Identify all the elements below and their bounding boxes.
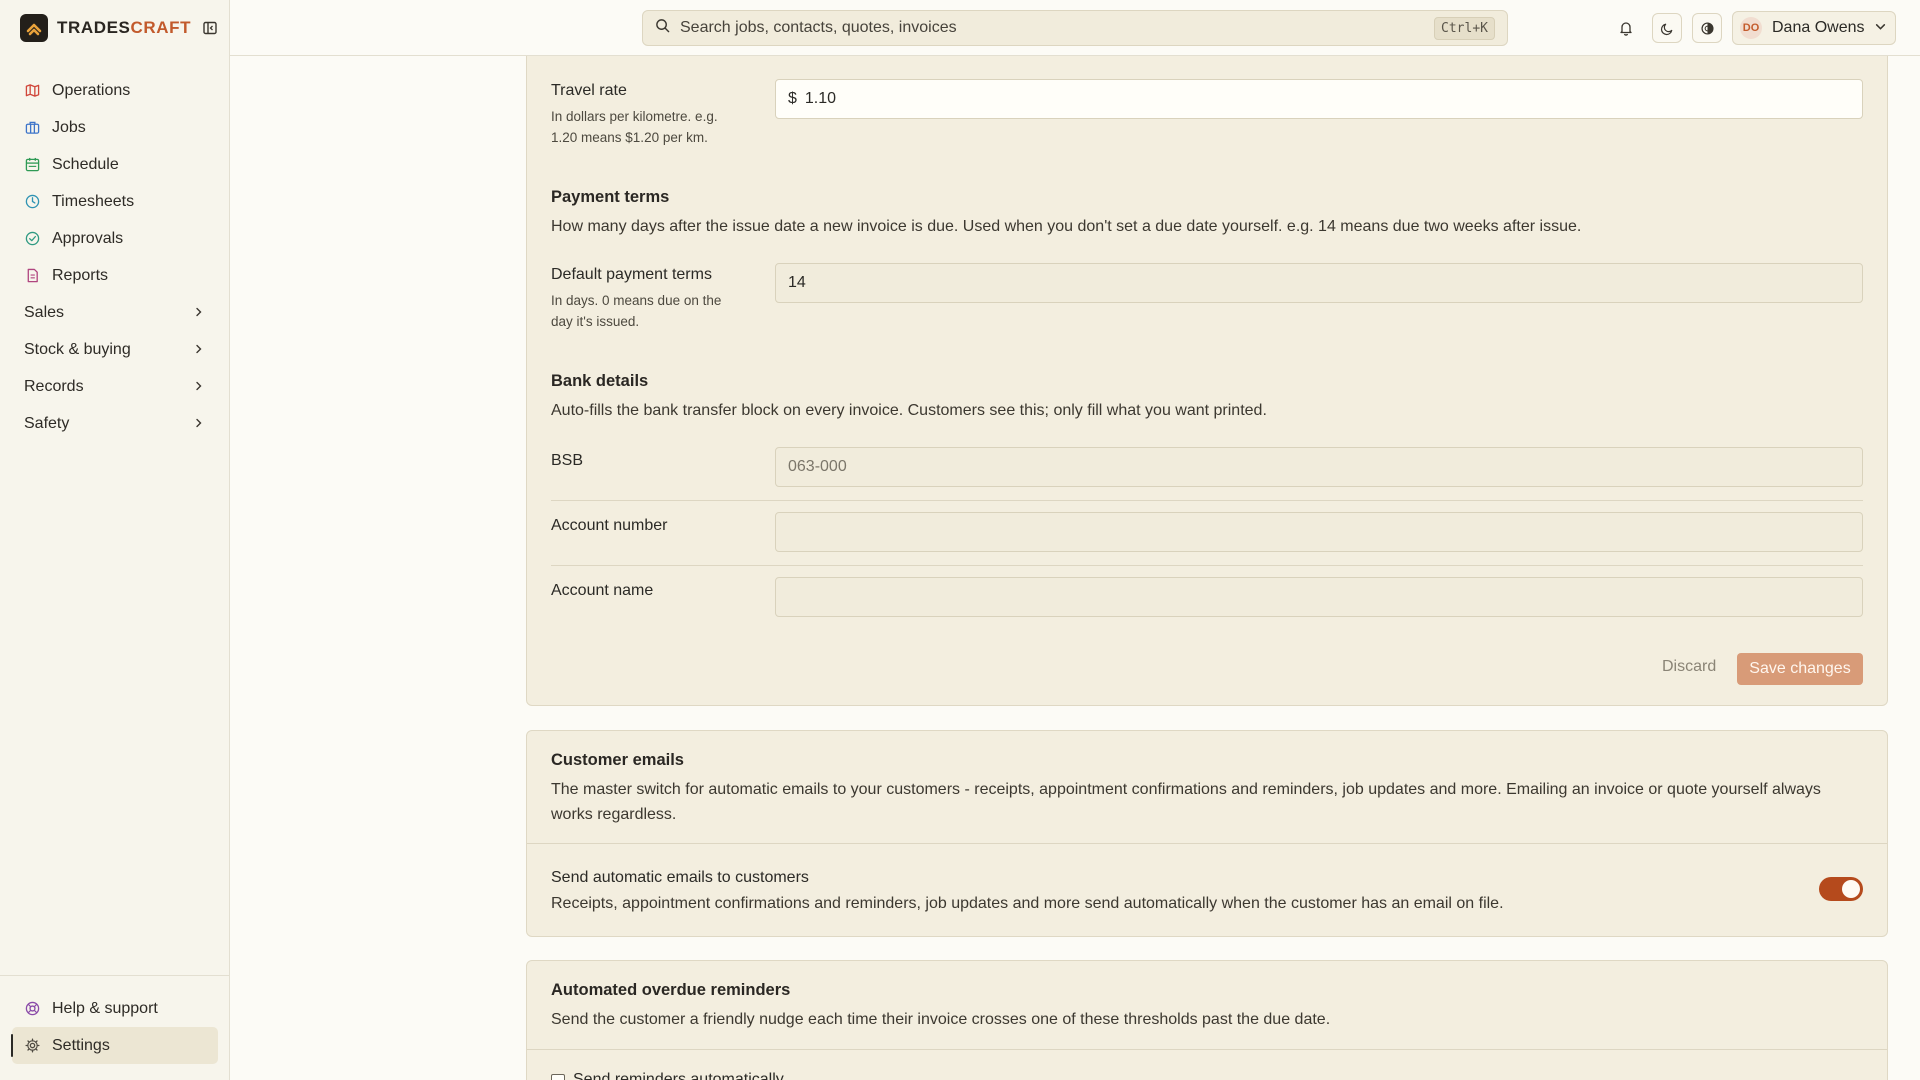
bsb-field[interactable] bbox=[775, 447, 1863, 487]
travel-rate-field[interactable]: $ bbox=[775, 79, 1863, 119]
overdue-reminders-card: Automated overdue reminders Send the cus… bbox=[526, 960, 1888, 1080]
notifications-bell-icon[interactable] bbox=[1611, 13, 1641, 43]
default-payment-terms-field[interactable] bbox=[775, 263, 1863, 303]
sidebar-item-label: Schedule bbox=[52, 155, 119, 173]
sidebar-item-settings[interactable]: Settings bbox=[11, 1027, 218, 1064]
customer-emails-card: Customer emails The master switch for au… bbox=[526, 730, 1888, 937]
sidebar-item-label: Timesheets bbox=[52, 192, 135, 210]
sidebar-group-label: Records bbox=[24, 377, 84, 395]
row-divider bbox=[551, 565, 1863, 566]
sidebar-bottom-nav: Help & support Settings bbox=[11, 990, 218, 1064]
card-divider bbox=[527, 1049, 1887, 1050]
travel-rate-label: Travel rate bbox=[551, 82, 627, 99]
customer-emails-description: The master switch for automatic emails t… bbox=[551, 781, 1821, 823]
travel-rate-input[interactable] bbox=[804, 90, 1862, 108]
default-payment-terms-label: Default payment terms bbox=[551, 266, 712, 283]
discard-button[interactable]: Discard bbox=[1652, 651, 1726, 683]
sidebar-item-jobs[interactable]: Jobs bbox=[12, 109, 218, 146]
clock-icon bbox=[24, 194, 40, 210]
auto-emails-hint: Receipts, appointment confirmations and … bbox=[551, 895, 1504, 912]
row-divider bbox=[551, 500, 1863, 501]
search-input[interactable] bbox=[680, 19, 1435, 37]
sidebar-group-sales[interactable]: Sales bbox=[12, 294, 218, 331]
account-number-field[interactable] bbox=[775, 512, 1863, 552]
sidebar-item-label: Help & support bbox=[52, 999, 158, 1017]
user-name: Dana Owens bbox=[1772, 19, 1865, 36]
chevron-right-icon bbox=[194, 341, 204, 359]
card-divider bbox=[527, 843, 1887, 844]
bsb-input[interactable] bbox=[788, 458, 1862, 476]
payment-terms-title: Payment terms bbox=[551, 188, 670, 206]
sidebar-group-records[interactable]: Records bbox=[12, 368, 218, 405]
save-changes-button[interactable]: Save changes bbox=[1737, 653, 1863, 685]
gear-icon bbox=[24, 1038, 40, 1054]
map-icon bbox=[24, 83, 40, 99]
toggle-knob bbox=[1842, 880, 1860, 898]
currency-prefix: $ bbox=[788, 90, 797, 107]
brand-logo-icon bbox=[20, 14, 48, 42]
account-name-input[interactable] bbox=[788, 588, 1862, 606]
customer-emails-title: Customer emails bbox=[551, 751, 684, 769]
sidebar-item-help-support[interactable]: Help & support bbox=[12, 990, 218, 1027]
send-reminders-label: Send reminders automatically bbox=[573, 1071, 784, 1080]
global-search[interactable]: Ctrl+K bbox=[642, 10, 1508, 46]
sidebar-group-label: Stock & buying bbox=[24, 340, 131, 358]
travel-rate-hint: In dollars per kilometre. e.g. 1.20 mean… bbox=[551, 109, 718, 145]
lifebuoy-icon bbox=[24, 1001, 40, 1017]
user-menu[interactable]: DO Dana Owens bbox=[1732, 11, 1896, 45]
sidebar-group-label: Safety bbox=[24, 414, 70, 432]
bsb-label: BSB bbox=[551, 452, 584, 469]
overdue-reminders-title: Automated overdue reminders bbox=[551, 981, 791, 999]
contrast-icon[interactable] bbox=[1692, 13, 1722, 43]
sidebar-item-operations[interactable]: Operations bbox=[12, 72, 218, 109]
bank-details-title: Bank details bbox=[551, 372, 649, 390]
chevron-right-icon bbox=[194, 304, 204, 322]
account-number-label: Account number bbox=[551, 517, 668, 534]
briefcase-icon bbox=[24, 120, 40, 136]
sidebar-item-label: Reports bbox=[52, 266, 109, 284]
auto-emails-toggle[interactable] bbox=[1819, 877, 1863, 901]
chevron-down-icon bbox=[1875, 19, 1886, 37]
sidebar-item-schedule[interactable]: Schedule bbox=[12, 146, 218, 183]
calendar-icon bbox=[24, 157, 40, 173]
brand-name: TRADESCRAFT bbox=[57, 18, 192, 37]
account-name-field[interactable] bbox=[775, 577, 1863, 617]
sidebar-group-stock-buying[interactable]: Stock & buying bbox=[12, 331, 218, 368]
sidebar-item-approvals[interactable]: Approvals bbox=[12, 220, 218, 257]
dark-mode-moon-icon[interactable] bbox=[1652, 13, 1682, 43]
sidebar-nav: Operations Jobs Schedule Timesheets Appr… bbox=[12, 72, 218, 442]
chevron-right-icon bbox=[194, 378, 204, 396]
account-name-label: Account name bbox=[551, 582, 654, 599]
sidebar-group-safety[interactable]: Safety bbox=[12, 405, 218, 442]
sidebar-item-label: Operations bbox=[52, 81, 131, 99]
account-number-input[interactable] bbox=[788, 523, 1862, 541]
avatar: DO bbox=[1740, 17, 1762, 39]
chevron-right-icon bbox=[194, 415, 204, 433]
sidebar-item-label: Approvals bbox=[52, 229, 124, 247]
default-payment-terms-hint: In days. 0 means due on the day it's iss… bbox=[551, 293, 722, 329]
sidebar-group-label: Sales bbox=[24, 303, 65, 321]
invoicing-settings-card: Travel rate In dollars per kilometre. e.… bbox=[526, 0, 1888, 706]
sidebar-collapse-icon[interactable] bbox=[201, 19, 219, 37]
bank-details-description: Auto-fills the bank transfer block on ev… bbox=[551, 402, 1267, 419]
auto-emails-label: Send automatic emails to customers bbox=[551, 869, 809, 886]
search-icon bbox=[655, 18, 670, 38]
send-reminders-checkbox[interactable] bbox=[551, 1074, 565, 1080]
payment-terms-description: How many days after the issue date a new… bbox=[551, 218, 1582, 235]
sidebar-item-label: Jobs bbox=[52, 118, 86, 136]
search-shortcut: Ctrl+K bbox=[1434, 16, 1495, 40]
document-icon bbox=[24, 268, 40, 284]
sidebar-item-label: Settings bbox=[52, 1036, 110, 1054]
sidebar: TRADESCRAFT Operations Jobs Schedule Tim… bbox=[0, 0, 230, 1080]
brand[interactable]: TRADESCRAFT bbox=[20, 14, 219, 42]
sidebar-item-reports[interactable]: Reports bbox=[12, 257, 218, 294]
topbar: Ctrl+K DO Dana Owens bbox=[230, 0, 1920, 56]
default-payment-terms-input[interactable] bbox=[788, 274, 1862, 292]
sidebar-item-timesheets[interactable]: Timesheets bbox=[12, 183, 218, 220]
sidebar-divider bbox=[0, 975, 230, 976]
overdue-reminders-description: Send the customer a friendly nudge each … bbox=[551, 1011, 1331, 1028]
check-circle-icon bbox=[24, 231, 40, 247]
